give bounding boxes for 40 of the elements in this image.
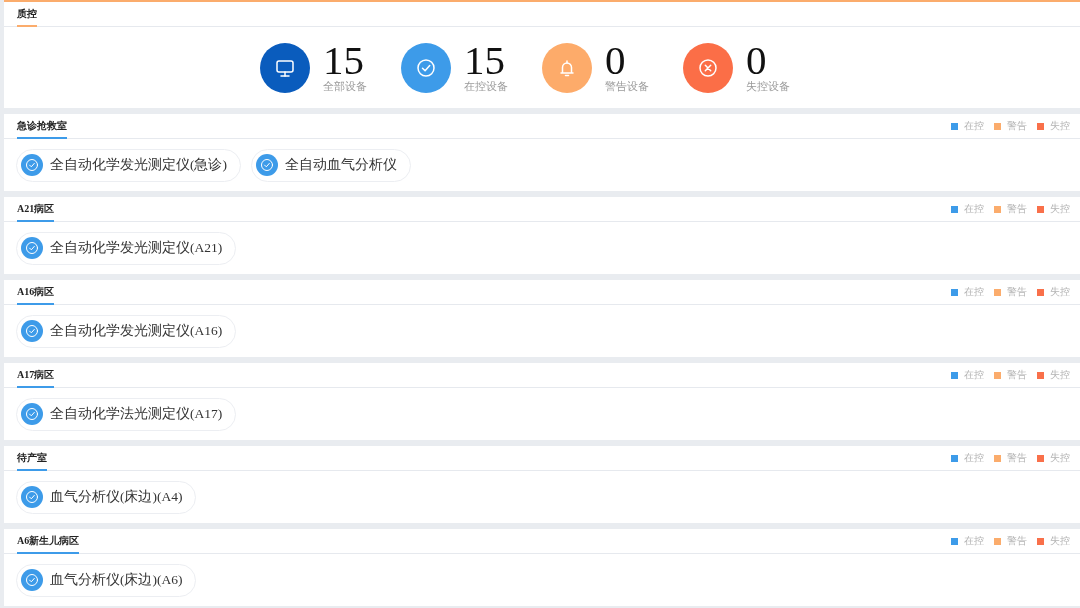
stat-count: 0 [605,42,626,77]
stat-count: 0 [746,42,767,77]
legend-label: 在控 [964,286,984,298]
legend-label: 失控 [1050,286,1070,298]
device-chip[interactable]: 全自动血气分析仪 [251,148,411,182]
legend-label: 失控 [1050,203,1070,215]
legend-label: 失控 [1050,120,1070,132]
legend-label: 失控 [1050,452,1070,464]
section-tab[interactable]: A17病区 [17,364,55,388]
stat-label: 失控设备 [746,78,790,93]
legend-label: 在控 [964,120,984,132]
stat-label: 全部设备 [323,78,367,93]
section-tab[interactable]: 急诊抢救室 [17,115,67,139]
device-chip[interactable]: 血气分析仪(床边)(A6) [16,563,197,597]
section-tab[interactable]: A6新生儿病区 [17,530,80,554]
section-tab[interactable]: A21病区 [17,198,55,222]
stat-count: 15 [464,42,505,77]
legend-label: 在控 [964,452,984,464]
section-tab[interactable]: A16病区 [17,281,55,305]
legend-label: 在控 [964,369,984,381]
device-chip[interactable]: 全自动化学发光测定仪(A21) [16,231,237,265]
device-chip[interactable]: 血气分析仪(床边)(A4) [16,480,197,514]
legend-label: 警告 [1007,203,1027,215]
stat-label: 警告设备 [605,78,649,93]
stat-count: 15 [323,42,364,77]
legend-label: 警告 [1007,286,1027,298]
section-tab[interactable]: 待产室 [17,447,47,471]
panel-tab[interactable]: 质控 [17,3,37,27]
legend-label: 警告 [1007,369,1027,381]
legend-label: 警告 [1007,120,1027,132]
device-chip[interactable]: 全自动化学发光测定仪(A16) [16,314,237,348]
legend-label: 失控 [1050,535,1070,547]
legend-label: 在控 [964,203,984,215]
legend-label: 警告 [1007,535,1027,547]
stat-label: 在控设备 [464,78,508,93]
device-chip[interactable]: 全自动化学发光测定仪(急诊) [16,148,241,182]
device-chip[interactable]: 全自动化学法光测定仪(A17) [16,397,237,431]
legend-label: 失控 [1050,369,1070,381]
legend-label: 在控 [964,535,984,547]
legend-label: 警告 [1007,452,1027,464]
